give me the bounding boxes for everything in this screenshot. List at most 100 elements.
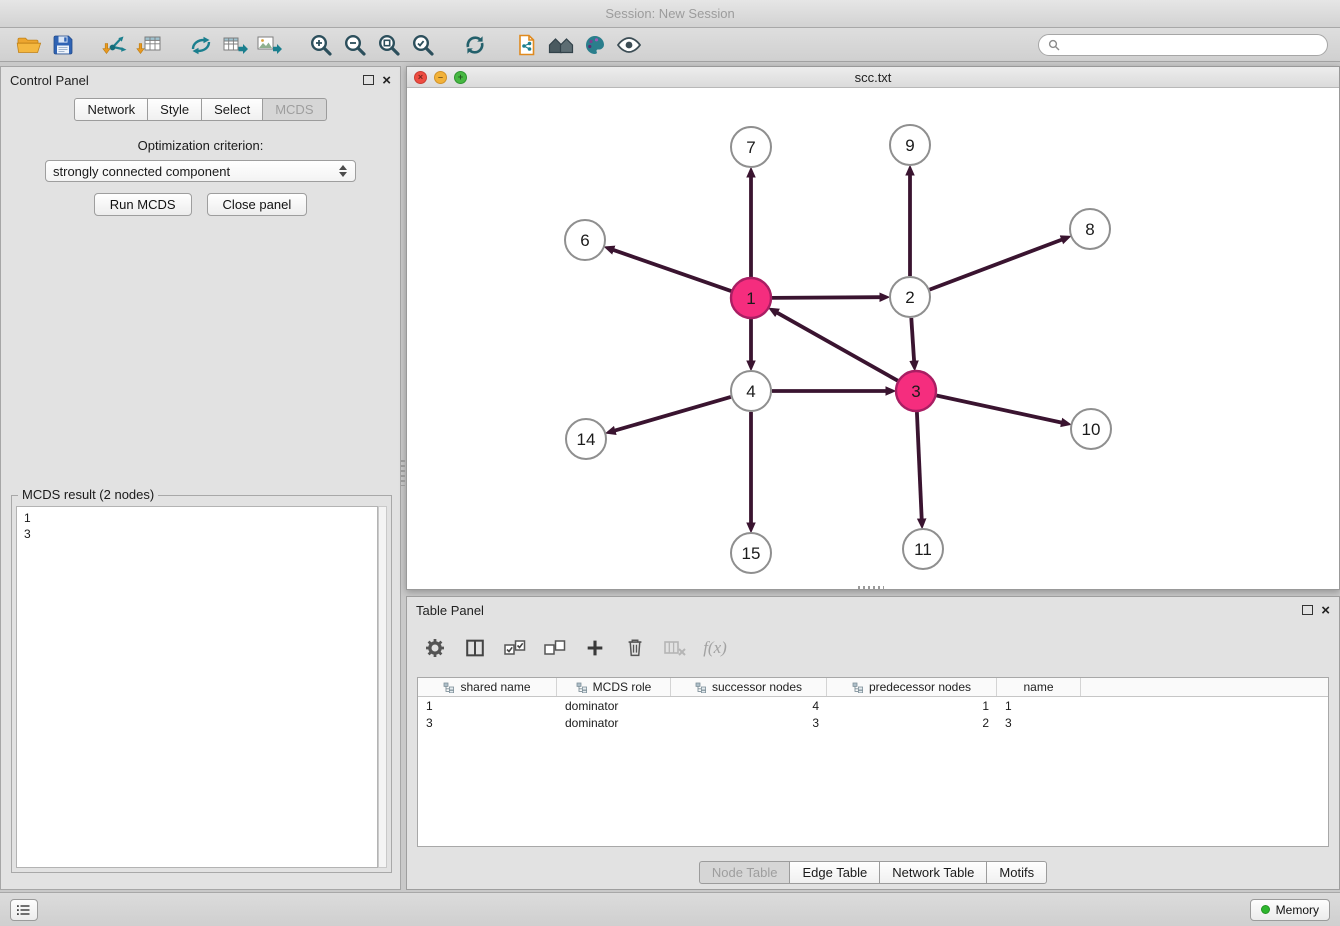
- graph-edge-2-3[interactable]: [911, 318, 914, 361]
- zoom-in-icon[interactable]: [304, 30, 338, 60]
- cell-mcds-role[interactable]: dominator: [557, 716, 671, 730]
- column-header-filler: [1081, 678, 1328, 696]
- magnifier-plus-icon: [309, 33, 333, 57]
- tab-mcds[interactable]: MCDS: [262, 98, 326, 121]
- column-type-icon: [852, 682, 864, 693]
- graph-node-label-8: 8: [1085, 220, 1094, 239]
- network-overview-icon[interactable]: [544, 30, 578, 60]
- cell-name[interactable]: 1: [997, 699, 1081, 713]
- tab-select[interactable]: Select: [201, 98, 263, 121]
- show-columns-icon[interactable]: [461, 634, 489, 662]
- close-panel-button[interactable]: Close panel: [207, 193, 308, 216]
- float-panel-icon[interactable]: [363, 75, 374, 85]
- network-canvas[interactable]: 7968124314101511: [407, 89, 1339, 589]
- cell-mcds-role[interactable]: dominator: [557, 699, 671, 713]
- window-minimize-icon[interactable]: –: [434, 71, 447, 84]
- tab-network-table[interactable]: Network Table: [879, 861, 987, 884]
- tab-network[interactable]: Network: [74, 98, 148, 121]
- graph-edge-2-8[interactable]: [930, 240, 1062, 290]
- cell-predecessor-nodes[interactable]: 2: [827, 716, 997, 730]
- run-mcds-button[interactable]: Run MCDS: [94, 193, 192, 216]
- import-network-from-url-icon[interactable]: [510, 30, 544, 60]
- table-panel-tabs: Node Table Edge Table Network Table Moti…: [407, 861, 1339, 884]
- zoom-fit-content-icon[interactable]: [372, 30, 406, 60]
- network-window-title: scc.txt: [407, 67, 1339, 88]
- splitter-grip-vertical[interactable]: [401, 460, 405, 486]
- column-type-icon: [695, 682, 707, 693]
- add-row-icon[interactable]: [581, 634, 609, 662]
- style-palette-icon[interactable]: [578, 30, 612, 60]
- delete-columns-icon: [661, 634, 689, 662]
- column-header-shared-name[interactable]: shared name: [418, 678, 557, 696]
- import-table-from-file-icon[interactable]: [132, 30, 166, 60]
- export-image-icon[interactable]: [252, 30, 286, 60]
- tab-motifs[interactable]: Motifs: [986, 861, 1047, 884]
- memory-button[interactable]: Memory: [1250, 899, 1330, 921]
- cell-predecessor-nodes[interactable]: 1: [827, 699, 997, 713]
- close-panel-icon[interactable]: ×: [1321, 603, 1330, 618]
- show-graphics-details-icon[interactable]: [612, 30, 646, 60]
- column-header-mcds-role[interactable]: MCDS role: [557, 678, 671, 696]
- cell-successor-nodes[interactable]: 4: [671, 699, 827, 713]
- refresh-network-view-icon[interactable]: [458, 30, 492, 60]
- criterion-dropdown-value: strongly connected component: [53, 164, 230, 179]
- graph-node-label-2: 2: [905, 288, 914, 307]
- homes-icon: [547, 33, 575, 57]
- column-header-name[interactable]: name: [997, 678, 1081, 696]
- import-network-from-file-icon[interactable]: [98, 30, 132, 60]
- graph-node-label-10: 10: [1082, 420, 1101, 439]
- column-header-successor-nodes[interactable]: successor nodes: [671, 678, 827, 696]
- graph-edge-4-14[interactable]: [615, 397, 731, 431]
- tab-edge-table[interactable]: Edge Table: [789, 861, 880, 884]
- export-table-icon[interactable]: [218, 30, 252, 60]
- cell-shared-name[interactable]: 1: [418, 699, 557, 713]
- close-panel-icon[interactable]: ×: [382, 73, 391, 88]
- zoom-selected-region-icon[interactable]: [406, 30, 440, 60]
- optimization-criterion-label: Optimization criterion:: [1, 138, 400, 153]
- table-row[interactable]: 1 dominator 4 1 1: [418, 697, 1328, 714]
- graph-edge-1-2[interactable]: [772, 297, 880, 298]
- deselect-all-rows-icon[interactable]: [541, 634, 569, 662]
- tab-style[interactable]: Style: [147, 98, 202, 121]
- dropdown-stepper-icon: [339, 165, 348, 177]
- export-network-icon[interactable]: [184, 30, 218, 60]
- select-all-rows-icon[interactable]: [501, 634, 529, 662]
- table-toolbar: f(x): [421, 631, 729, 665]
- graph-svg[interactable]: 7968124314101511: [407, 89, 1339, 590]
- open-session-icon[interactable]: [12, 30, 46, 60]
- trash-icon: [624, 637, 646, 659]
- column-header-predecessor-nodes[interactable]: predecessor nodes: [827, 678, 997, 696]
- cell-successor-nodes[interactable]: 3: [671, 716, 827, 730]
- cell-name[interactable]: 3: [997, 716, 1081, 730]
- network-window-titlebar: scc.txt × – +: [407, 67, 1339, 88]
- float-panel-icon[interactable]: [1302, 605, 1313, 615]
- delete-rows-icon[interactable]: [621, 634, 649, 662]
- table-settings-icon[interactable]: [421, 634, 449, 662]
- show-panels-button[interactable]: [10, 899, 38, 921]
- node-table-header: shared name MCDS role successor nodes pr…: [418, 678, 1328, 697]
- result-scrollbar[interactable]: [378, 506, 387, 868]
- graph-node-label-15: 15: [742, 544, 761, 563]
- graph-node-label-9: 9: [905, 136, 914, 155]
- splitter-grip-horizontal[interactable]: [858, 586, 884, 590]
- table-row[interactable]: 3 dominator 3 2 3: [418, 714, 1328, 731]
- graph-edge-3-11[interactable]: [917, 412, 922, 519]
- cell-shared-name[interactable]: 3: [418, 716, 557, 730]
- save-session-icon[interactable]: [46, 30, 80, 60]
- window-close-icon[interactable]: ×: [414, 71, 427, 84]
- mcds-result-box: 1 3: [16, 506, 378, 868]
- tab-node-table[interactable]: Node Table: [699, 861, 791, 884]
- zoom-out-icon[interactable]: [338, 30, 372, 60]
- gear-icon: [424, 637, 446, 659]
- graph-edge-3-10[interactable]: [937, 396, 1062, 423]
- toolbar-search[interactable]: [1038, 34, 1328, 56]
- graph-edge-1-6[interactable]: [613, 250, 731, 291]
- search-input[interactable]: [1066, 38, 1318, 52]
- criterion-dropdown[interactable]: strongly connected component: [45, 160, 356, 182]
- palette-icon: [583, 33, 607, 57]
- refresh-icon: [463, 33, 487, 57]
- graph-edge-3-1[interactable]: [777, 313, 898, 381]
- table-export-icon: [222, 33, 249, 57]
- graph-node-label-14: 14: [577, 430, 596, 449]
- window-maximize-icon[interactable]: +: [454, 71, 467, 84]
